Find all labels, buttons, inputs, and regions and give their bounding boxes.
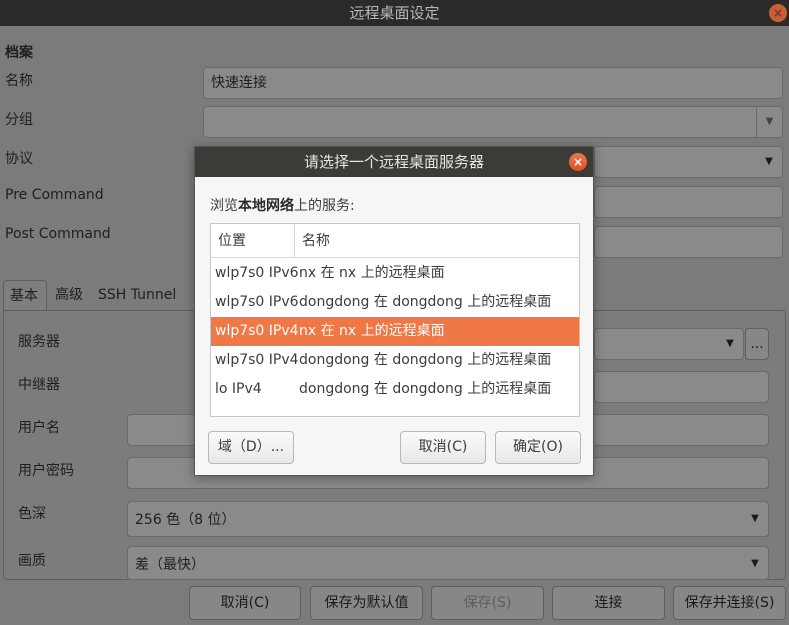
dialog-title: 请选择一个远程桌面服务器 bbox=[303, 153, 484, 171]
tab-advanced[interactable]: 高级 bbox=[49, 280, 89, 311]
service-list-header: 位置 名称 bbox=[211, 224, 579, 258]
column-header-name[interactable]: 名称 bbox=[295, 224, 581, 258]
postcommand-label: Post Command bbox=[5, 226, 111, 242]
tab-basic[interactable]: 基本 bbox=[3, 280, 47, 311]
profile-section-heading: 档案 bbox=[5, 45, 33, 61]
chevron-down-icon[interactable]: ▼ bbox=[756, 107, 782, 137]
save-default-button[interactable]: 保存为默认值 bbox=[310, 586, 423, 620]
quality-label: 画质 bbox=[18, 553, 46, 569]
list-item[interactable]: wlp7s0 IPv6 dongdong 在 dongdong 上的远程桌面 bbox=[211, 288, 579, 317]
precommand-label: Pre Command bbox=[5, 187, 104, 203]
precommand-field[interactable] bbox=[594, 186, 783, 218]
service-list[interactable]: 位置 名称 wlp7s0 IPv6 nx 在 nx 上的远程桌面 wlp7s0 … bbox=[210, 223, 580, 417]
save-connect-button[interactable]: 保存并连接(S) bbox=[673, 586, 786, 620]
browse-prefix: 浏览 bbox=[210, 198, 238, 214]
postcommand-field[interactable] bbox=[594, 226, 783, 258]
username-label: 用户名 bbox=[18, 420, 60, 436]
dialog-cancel-button[interactable]: 取消(C) bbox=[400, 431, 486, 464]
chevron-down-icon[interactable]: ▼ bbox=[756, 147, 782, 177]
cancel-button[interactable]: 取消(C) bbox=[189, 586, 301, 620]
server-picker-dialog: 请选择一个远程桌面服务器 × 浏览本地网络上的服务: 位置 名称 wlp7s0 … bbox=[194, 146, 594, 476]
color-depth-label: 色深 bbox=[18, 506, 46, 522]
row-location: wlp7s0 IPv6 bbox=[215, 294, 299, 310]
repeater-label: 中继器 bbox=[18, 377, 60, 393]
repeater-field[interactable] bbox=[594, 371, 769, 403]
server-browse-button[interactable]: ... bbox=[745, 328, 769, 360]
row-name: nx 在 nx 上的远程桌面 bbox=[299, 265, 445, 281]
browse-label: 浏览本地网络上的服务: bbox=[210, 195, 355, 215]
color-depth-combo[interactable]: 256 色（8 位） ▼ bbox=[127, 501, 769, 537]
row-location: wlp7s0 IPv4 bbox=[215, 352, 299, 368]
dialog-titlebar[interactable]: 请选择一个远程桌面服务器 × bbox=[195, 147, 593, 177]
row-location: wlp7s0 IPv4 bbox=[215, 323, 299, 339]
group-combo[interactable]: ▼ bbox=[203, 106, 783, 138]
list-item-selected[interactable]: wlp7s0 IPv4 nx 在 nx 上的远程桌面 bbox=[211, 317, 579, 346]
name-field[interactable]: 快速连接 bbox=[203, 67, 783, 99]
column-header-location[interactable]: 位置 bbox=[211, 224, 295, 258]
window-title: 远程桌面设定 bbox=[349, 4, 440, 22]
list-item[interactable]: lo IPv4 dongdong 在 dongdong 上的远程桌面 bbox=[211, 375, 579, 404]
connect-button[interactable]: 连接 bbox=[552, 586, 665, 620]
password-label: 用户密码 bbox=[18, 463, 74, 479]
row-location: lo IPv4 bbox=[215, 381, 262, 397]
quality-value: 差（最快） bbox=[135, 557, 205, 573]
server-label: 服务器 bbox=[18, 334, 60, 350]
protocol-label: 协议 bbox=[5, 151, 33, 167]
browse-suffix: 上的服务: bbox=[294, 198, 355, 214]
group-label: 分组 bbox=[5, 112, 33, 128]
quality-combo[interactable]: 差（最快） ▼ bbox=[127, 546, 769, 580]
list-item[interactable]: wlp7s0 IPv4 dongdong 在 dongdong 上的远程桌面 bbox=[211, 346, 579, 375]
close-icon[interactable]: × bbox=[569, 153, 587, 171]
row-name: dongdong 在 dongdong 上的远程桌面 bbox=[299, 352, 552, 368]
dialog-ok-button[interactable]: 确定(O) bbox=[495, 431, 581, 464]
chevron-down-icon[interactable]: ▼ bbox=[742, 547, 768, 579]
chevron-down-icon[interactable]: ▼ bbox=[717, 329, 743, 359]
row-location: wlp7s0 IPv6 bbox=[215, 265, 299, 281]
server-combo[interactable]: ▼ bbox=[594, 328, 744, 360]
window-titlebar[interactable]: 远程桌面设定 × bbox=[0, 0, 789, 26]
chevron-down-icon[interactable]: ▼ bbox=[742, 502, 768, 536]
browse-network: 本地网络 bbox=[238, 198, 294, 214]
protocol-combo[interactable]: ▼ bbox=[594, 146, 783, 178]
name-label: 名称 bbox=[5, 73, 33, 89]
color-depth-value: 256 色（8 位） bbox=[135, 512, 236, 528]
tab-ssh-tunnel[interactable]: SSH Tunnel bbox=[92, 280, 182, 311]
list-item[interactable]: wlp7s0 IPv6 nx 在 nx 上的远程桌面 bbox=[211, 259, 579, 288]
close-icon[interactable]: × bbox=[769, 4, 787, 22]
row-name: dongdong 在 dongdong 上的远程桌面 bbox=[299, 294, 552, 310]
save-button[interactable]: 保存(S) bbox=[431, 586, 544, 620]
domain-button[interactable]: 域（D）... bbox=[208, 431, 294, 464]
row-name: dongdong 在 dongdong 上的远程桌面 bbox=[299, 381, 552, 397]
row-name: nx 在 nx 上的远程桌面 bbox=[299, 323, 445, 339]
